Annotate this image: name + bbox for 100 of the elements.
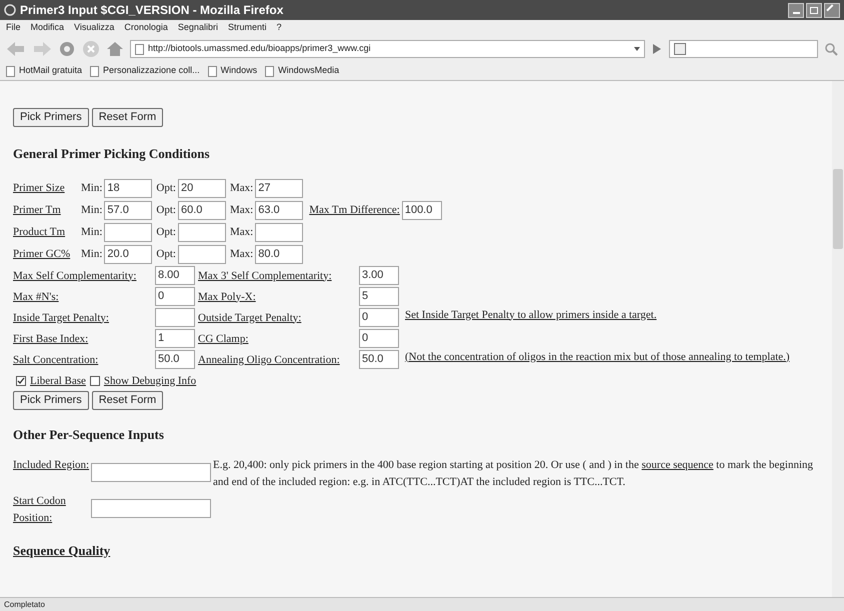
- hint-text: E.g. 20,400: only pick primers in the 400 base region starting at position 20. Or use ( and ) in the source sequence to mark the beginning and end of the included region: e.g. in ATC(TTC...TCT)AT the included region is TTC...TCT.: [213, 458, 814, 490]
- field-label: Max:: [230, 224, 254, 240]
- text-field[interactable]: 0: [359, 308, 399, 326]
- field-label: Opt:: [156, 246, 176, 262]
- menu-item[interactable]: File: [6, 21, 21, 35]
- field-label[interactable]: Product Tm: [13, 224, 81, 240]
- back-icon[interactable]: [6, 41, 26, 57]
- menu-item[interactable]: Strumenti: [228, 21, 266, 35]
- field-label[interactable]: Max Self Complementarity:: [13, 268, 155, 284]
- text-field[interactable]: 63.0: [255, 200, 304, 220]
- hint-text: Set Inside Target Penalty to allow primers inside a target.: [405, 308, 658, 322]
- text-field[interactable]: 100.0: [402, 200, 442, 220]
- text-field[interactable]: [178, 222, 226, 242]
- field-label: Max:: [230, 180, 254, 196]
- address-bar[interactable]: http://biotools.umassmed.edu/bioapps/primer3_www.cgi: [130, 40, 645, 58]
- text-field[interactable]: 20.0: [104, 244, 152, 264]
- scrollbar[interactable]: [832, 81, 844, 597]
- field-label[interactable]: Liberal Base: [30, 372, 86, 389]
- close-icon[interactable]: [824, 2, 840, 18]
- text-field[interactable]: 0: [359, 328, 399, 348]
- field-label[interactable]: Annealing Oligo Concentration:: [198, 352, 359, 368]
- field-label[interactable]: Primer Tm: [13, 202, 81, 218]
- field-label[interactable]: Max Poly-X:: [198, 288, 359, 305]
- menu-item[interactable]: Visualizza: [74, 21, 114, 35]
- text-field[interactable]: [104, 222, 152, 242]
- field-label[interactable]: Primer GC%: [13, 246, 81, 262]
- field-label[interactable]: First Base Index:: [13, 330, 155, 347]
- dropdown-icon[interactable]: [634, 47, 640, 51]
- section-heading: Other Per-Sequence Inputs: [13, 426, 165, 444]
- menu-item[interactable]: Modifica: [30, 21, 64, 35]
- field-label[interactable]: Included Region:: [13, 456, 91, 474]
- text-field[interactable]: 50.0: [359, 350, 399, 368]
- field-label: Min:: [81, 246, 102, 262]
- text-field[interactable]: 20: [178, 178, 226, 198]
- field-label: Opt:: [156, 180, 176, 196]
- minimize-icon[interactable]: [788, 2, 804, 18]
- search-field[interactable]: [669, 40, 818, 58]
- menu-item[interactable]: Segnalibri: [178, 21, 218, 35]
- text-field[interactable]: 57.0: [104, 200, 152, 220]
- form-button[interactable]: Reset Form: [92, 391, 164, 410]
- home-icon[interactable]: [106, 40, 124, 58]
- text-field[interactable]: 18: [104, 178, 152, 198]
- field-label: Min:: [81, 224, 102, 240]
- field-label[interactable]: Start Codon Position:: [13, 492, 91, 526]
- bookmark-item[interactable]: HotMail gratuita: [6, 64, 82, 78]
- field-label: Min:: [81, 202, 102, 218]
- text-field[interactable]: 27: [255, 178, 304, 198]
- bookmark-item[interactable]: Personalizzazione coll...: [90, 64, 200, 78]
- text-field[interactable]: [178, 244, 226, 264]
- field-label[interactable]: Max 3' Self Complementarity:: [198, 268, 359, 284]
- text-field[interactable]: [91, 462, 211, 482]
- text-field[interactable]: [255, 222, 304, 242]
- text-field[interactable]: 5: [359, 286, 399, 306]
- field-label[interactable]: Salt Concentration:: [13, 352, 155, 368]
- firefox-icon: [4, 4, 16, 16]
- text-field[interactable]: 50.0: [155, 350, 195, 368]
- field-label[interactable]: Show Debuging Info: [104, 372, 196, 389]
- text-field[interactable]: 8.00: [155, 266, 195, 284]
- status-text: Completato: [4, 598, 45, 610]
- text-field[interactable]: 3.00: [359, 266, 399, 284]
- text-field[interactable]: 80.0: [255, 244, 304, 264]
- field-label[interactable]: CG Clamp:: [198, 330, 359, 347]
- field-label[interactable]: Max #N's:: [13, 288, 155, 305]
- forward-icon[interactable]: [32, 41, 52, 57]
- window-title: Primer3 Input $CGI_VERSION - Mozilla Firefox: [20, 2, 284, 19]
- form-button[interactable]: Pick Primers: [13, 108, 89, 127]
- field-label: Max:: [230, 246, 254, 262]
- search-icon[interactable]: [824, 42, 838, 56]
- field-label: Opt:: [156, 224, 176, 240]
- checkbox[interactable]: [90, 376, 100, 386]
- bookmark-item[interactable]: WindowsMedia: [265, 64, 340, 78]
- bookmark-item[interactable]: Windows: [208, 64, 258, 78]
- hint-text: (Not the concentration of oligos in the reaction mix but of those annealing to template.): [405, 350, 791, 364]
- text-field[interactable]: 0: [155, 286, 195, 306]
- go-icon[interactable]: [651, 42, 663, 56]
- menu-item[interactable]: Cronologia: [124, 21, 168, 35]
- source-sequence-link[interactable]: source sequence: [642, 458, 714, 470]
- field-label[interactable]: Outside Target Penalty:: [198, 310, 359, 326]
- text-field[interactable]: [155, 308, 195, 326]
- page-icon: [135, 44, 144, 54]
- search-engine-icon[interactable]: [674, 43, 686, 55]
- field-label: Max:: [230, 202, 254, 218]
- stop-icon[interactable]: [82, 40, 100, 58]
- field-label[interactable]: Primer Size: [13, 180, 81, 196]
- form-button[interactable]: Reset Form: [92, 108, 164, 127]
- url-text: http://biotools.umassmed.edu/bioapps/primer3_www.cgi: [148, 42, 371, 56]
- text-field[interactable]: 1: [155, 328, 195, 348]
- text-field[interactable]: 60.0: [178, 200, 226, 220]
- form-button[interactable]: Pick Primers: [13, 391, 89, 410]
- field-label: Opt:: [156, 202, 176, 218]
- menu-item[interactable]: ?: [276, 21, 282, 35]
- section-heading: General Primer Picking Conditions: [13, 145, 211, 163]
- section-heading: Sequence Quality: [13, 542, 112, 560]
- checkbox[interactable]: [16, 376, 26, 386]
- field-label[interactable]: Inside Target Penalty:: [13, 310, 155, 326]
- text-field[interactable]: [91, 498, 211, 518]
- field-label: Min:: [81, 180, 102, 196]
- maximize-icon[interactable]: [806, 2, 822, 18]
- reload-icon[interactable]: [58, 40, 76, 58]
- field-label[interactable]: Max Tm Difference:: [309, 202, 400, 218]
